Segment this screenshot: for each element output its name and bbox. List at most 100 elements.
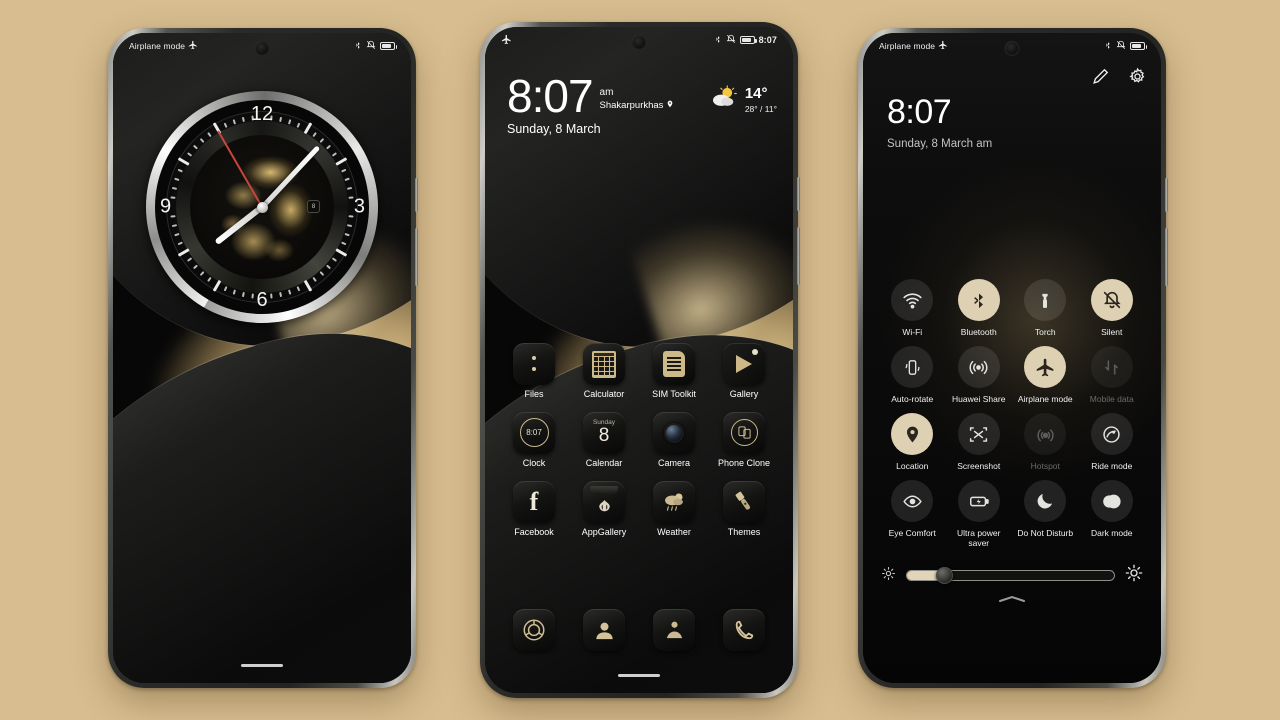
wifi-icon — [891, 279, 934, 321]
app-label: Facebook — [514, 526, 554, 537]
tile-dark-mode[interactable]: Dark mode — [1079, 480, 1146, 548]
app-weather[interactable]: Weather — [639, 480, 709, 538]
tile-mobile-data[interactable]: Mobile data — [1079, 346, 1146, 404]
silent-bell-icon — [1116, 40, 1126, 52]
tile-do-not-disturb[interactable]: Do Not Disturb — [1012, 480, 1079, 548]
bluetooth-icon — [354, 40, 362, 53]
appgallery-icon — [583, 480, 625, 523]
power-button[interactable] — [797, 177, 800, 211]
dock-phone[interactable] — [709, 609, 779, 651]
app-label: Gallery — [729, 389, 759, 399]
analog-clock-widget[interactable]: 12 3 6 9 8 — [146, 91, 378, 323]
silent-bell-icon — [366, 40, 376, 52]
clock-numeral-6: 6 — [256, 289, 268, 311]
tile-ultra-power-saver[interactable]: Ultra power saver — [946, 480, 1013, 548]
browser-icon — [513, 609, 555, 651]
clock-numeral-12: 12 — [250, 103, 274, 125]
app-label: Weather — [657, 526, 691, 537]
facebook-icon: f — [513, 480, 555, 523]
ride-mode-icon — [1090, 413, 1133, 456]
app-clock[interactable]: 8:07 Clock — [499, 411, 569, 469]
auto-rotate-icon — [891, 346, 934, 389]
tile-label: Airplane mode — [1017, 394, 1073, 405]
front-camera-punch-hole — [1004, 41, 1020, 56]
app-files[interactable]: Files — [499, 343, 569, 400]
tile-wi-fi[interactable]: Wi-Fi — [879, 279, 946, 337]
dock-messages[interactable] — [639, 609, 709, 651]
tile-torch[interactable]: Torch — [1012, 279, 1079, 337]
app-phone-clone[interactable]: Phone Clone — [709, 411, 779, 469]
power-button[interactable] — [415, 178, 418, 212]
chevron-up-icon[interactable] — [997, 591, 1027, 609]
brightness-slider-knob[interactable] — [935, 567, 953, 584]
camera-icon — [653, 411, 695, 454]
airplane-mode-label: Airplane mode — [129, 41, 186, 51]
quick-settings-clock: 8:07 Sunday, 8 March am — [887, 95, 992, 150]
app-gallery[interactable]: Gallery — [709, 343, 779, 400]
screenshot-icon — [957, 413, 1000, 456]
airplane-icon — [188, 40, 198, 52]
calculator-icon — [583, 343, 625, 385]
app-sim-toolkit[interactable]: SIM Toolkit — [639, 343, 709, 400]
sun-cloud-icon — [710, 85, 740, 116]
tile-auto-rotate[interactable]: Auto-rotate — [879, 346, 946, 404]
tile-label: Dark mode — [1090, 528, 1133, 539]
weather-widget[interactable]: 14° 28° / 11° — [710, 85, 777, 116]
tile-label: Eye Comfort — [888, 528, 936, 539]
themes-brush-icon — [723, 480, 765, 523]
dock-contacts[interactable] — [569, 609, 639, 651]
tile-label: Ride mode — [1091, 461, 1133, 472]
tile-ride-mode[interactable]: Ride mode — [1079, 413, 1146, 471]
dock-browser[interactable] — [499, 609, 569, 651]
tile-huawei-share[interactable]: Huawei Share — [946, 346, 1013, 404]
clock-date-subdial: 8 — [307, 200, 320, 213]
app-label: Themes — [727, 526, 761, 537]
tile-row-2: Auto-rotate Huawei Share Airplane mode Mobi… — [879, 346, 1145, 404]
airplane-mode-label: Airplane mode — [879, 41, 936, 51]
dark-mode-icon — [1090, 480, 1133, 523]
volume-button[interactable] — [797, 227, 800, 285]
tile-bluetooth[interactable]: Bluetooth — [946, 279, 1013, 337]
location-pin-icon — [666, 99, 674, 112]
power-button[interactable] — [1165, 178, 1168, 212]
sim-card-icon — [653, 343, 695, 385]
app-camera[interactable]: Camera — [639, 411, 709, 469]
quick-settings-header-actions — [1091, 67, 1147, 86]
tile-label: Bluetooth — [960, 327, 997, 337]
tile-location[interactable]: Location — [879, 413, 946, 471]
volume-button[interactable] — [415, 228, 418, 286]
front-camera-punch-hole — [254, 41, 270, 56]
huawei-share-icon — [957, 346, 1000, 389]
home-indicator-left[interactable] — [241, 663, 283, 667]
app-facebook[interactable]: f Facebook — [499, 480, 569, 538]
battery-icon — [739, 36, 757, 44]
pencil-icon[interactable] — [1091, 67, 1110, 86]
tile-airplane-mode[interactable]: Airplane mode — [1012, 346, 1079, 404]
clock-time: 8:07 — [507, 70, 594, 122]
weather-temp: 14° — [744, 85, 768, 102]
tile-label: Torch — [1034, 327, 1056, 337]
tile-screenshot[interactable]: Screenshot — [946, 413, 1013, 471]
gear-icon[interactable] — [1128, 67, 1147, 86]
brightness-slider[interactable] — [906, 567, 1115, 584]
clock-icon: 8:07 — [513, 411, 555, 454]
tile-row-1: Wi-Fi Bluetooth Torch Silent — [879, 279, 1145, 337]
app-label: Calendar — [585, 457, 623, 468]
mobile-data-icon — [1090, 346, 1133, 389]
tile-label: Huawei Share — [952, 394, 1006, 405]
app-calculator[interactable]: Calculator — [569, 343, 639, 400]
home-indicator-center[interactable] — [618, 673, 660, 677]
app-themes[interactable]: Themes — [709, 480, 779, 538]
tile-hotspot[interactable]: Hotspot — [1012, 413, 1079, 471]
silent-bell-icon — [726, 34, 736, 46]
app-calendar[interactable]: Sunday 8 Calendar — [569, 411, 639, 469]
tile-label: Silent — [1101, 327, 1123, 337]
volume-button[interactable] — [1165, 228, 1168, 286]
tile-silent[interactable]: Silent — [1079, 279, 1146, 337]
app-appgallery[interactable]: AppGallery — [569, 480, 639, 538]
status-bar-time: 8:07 — [758, 35, 777, 45]
tile-eye-comfort[interactable]: Eye Comfort — [879, 480, 946, 548]
brightness-low-icon — [881, 566, 896, 586]
phone-left-lockscreen: Airplane mode 12 3 6 9 8 — [108, 28, 418, 688]
home-clock-widget[interactable]: 8:07 am Shakarpurkhas Sunday, 8 March — [507, 70, 674, 136]
